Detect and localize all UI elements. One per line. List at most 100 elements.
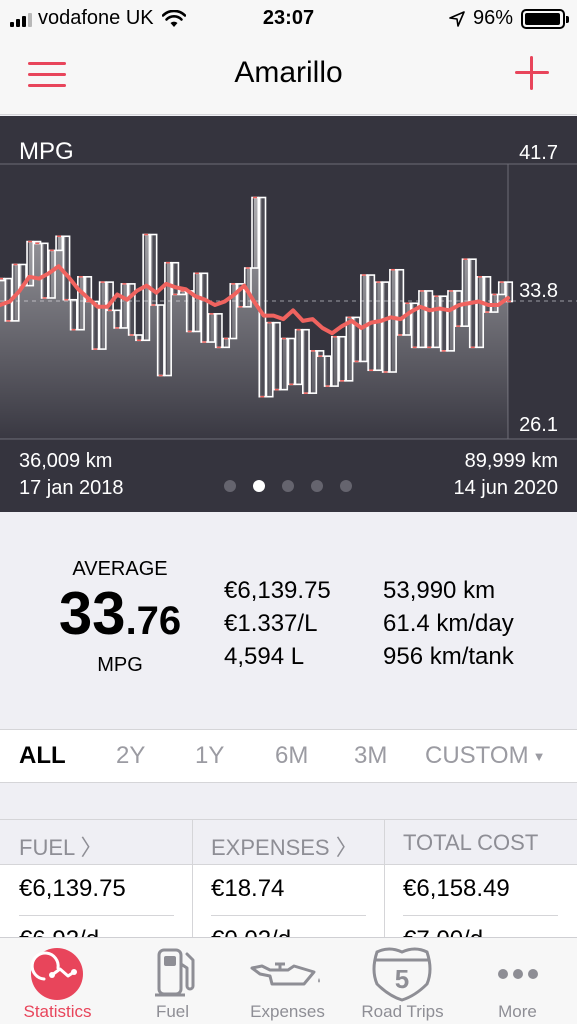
add-button[interactable] (515, 56, 549, 90)
chart-title: MPG (19, 138, 74, 165)
mpg-bar[interactable] (338, 335, 347, 382)
mpg-bar[interactable] (207, 313, 216, 343)
page-dot[interactable] (282, 480, 294, 492)
tab-fuel[interactable]: Fuel (115, 938, 230, 1024)
start-odometer: 36,009 km (19, 450, 113, 472)
mpg-bar[interactable] (98, 281, 107, 350)
page-dot[interactable] (311, 480, 323, 492)
battery-percent: 96% (472, 7, 513, 29)
period-2y[interactable]: 2Y (116, 742, 145, 770)
mpg-bar[interactable] (323, 355, 332, 387)
page-dot[interactable] (253, 480, 265, 492)
mpg-bar[interactable] (316, 350, 325, 357)
mpg-bar[interactable] (40, 242, 49, 299)
mpg-bar[interactable] (331, 335, 339, 387)
mpg-bar[interactable] (447, 290, 456, 352)
interstate-shield-icon: 5 (372, 947, 432, 1002)
period-3m[interactable]: 3M (354, 742, 387, 770)
page-dot[interactable] (224, 480, 236, 492)
divider (19, 915, 174, 916)
mpg-bar[interactable] (301, 328, 310, 394)
distance-per-tank: 956 km/tank (383, 643, 514, 670)
mpg-bar[interactable] (403, 302, 412, 336)
price-per-litre: €1.337/L (224, 610, 318, 637)
mpg-bar[interactable] (135, 334, 143, 342)
tab-more[interactable]: More (460, 938, 575, 1024)
mpg-bar[interactable] (251, 196, 260, 269)
page-dots[interactable] (224, 480, 352, 492)
fuel-pump-icon (155, 948, 195, 997)
chart-end: 89,999 km 14 jun 2020 (453, 448, 558, 502)
mpg-bar[interactable] (164, 261, 172, 377)
oil-can-icon (250, 962, 320, 986)
mpg-bar[interactable] (309, 350, 318, 394)
mpg-bar[interactable] (418, 290, 426, 349)
mpg-bar[interactable] (287, 337, 296, 386)
road-trips-badge: 5 (395, 964, 409, 994)
expenses-header[interactable]: EXPENSES 〉 (192, 820, 384, 865)
mpg-bar[interactable] (425, 290, 434, 349)
total-fuel-cost: €6,139.75 (224, 577, 331, 604)
mpg-bar[interactable] (476, 276, 485, 349)
end-odometer: 89,999 km (464, 450, 558, 472)
tab-road-trips[interactable]: 5 Road Trips (345, 938, 460, 1024)
average-unit: MPG (97, 654, 143, 676)
mpg-bar[interactable] (55, 235, 64, 252)
mpg-bar[interactable] (461, 258, 470, 327)
mpg-bar[interactable] (156, 304, 165, 377)
mpg-bar[interactable] (439, 295, 448, 352)
period-1y[interactable]: 1Y (195, 742, 224, 770)
mpg-bar[interactable] (62, 235, 71, 301)
mpg-bar[interactable] (381, 281, 390, 373)
mpg-chart (0, 163, 577, 440)
more-dots-icon (498, 969, 538, 979)
mpg-bar[interactable] (69, 298, 78, 331)
tab-expenses[interactable]: Expenses (230, 938, 345, 1024)
nav-bar: Amarillo (0, 38, 577, 115)
mpg-bar[interactable] (396, 268, 405, 336)
mpg-bar[interactable] (214, 313, 223, 349)
mpg-bar[interactable] (120, 283, 129, 329)
period-all[interactable]: ALL (19, 742, 66, 770)
y-avg-label: 33.8 (519, 280, 558, 302)
period-6m[interactable]: 6M (275, 742, 308, 770)
average-int: 33 (58, 580, 126, 647)
dropdown-caret-icon: ▼ (532, 749, 546, 765)
distance-per-day: 61.4 km/day (383, 610, 514, 637)
column-separator (192, 820, 193, 940)
mpg-bar[interactable] (497, 281, 506, 296)
mpg-bar[interactable] (265, 321, 274, 398)
mpg-bar[interactable] (193, 272, 201, 333)
mpg-bar[interactable] (222, 337, 231, 349)
page-title: Amarillo (234, 56, 343, 89)
mpg-bar[interactable] (389, 268, 397, 373)
tab-label: More (498, 1002, 537, 1021)
period-custom[interactable]: CUSTOM ▼ (425, 742, 545, 770)
mpg-bar[interactable] (185, 290, 194, 333)
period-custom-label: CUSTOM (425, 742, 529, 769)
mpg-bar[interactable] (432, 295, 441, 349)
mpg-bar[interactable] (360, 274, 368, 363)
mpg-bar[interactable] (374, 281, 383, 372)
tab-label: Road Trips (361, 1002, 444, 1021)
mpg-bar[interactable] (258, 196, 267, 398)
mpg-bar[interactable] (200, 272, 209, 343)
page-dot[interactable] (340, 480, 352, 492)
mpg-bar[interactable] (280, 337, 289, 391)
mpg-bar[interactable] (77, 276, 85, 331)
fuel-header[interactable]: FUEL 〉 (0, 820, 192, 865)
cost-table: FUEL 〉 EXPENSES 〉 TOTAL COST €6,139.75 €… (0, 819, 577, 953)
y-min-label: 26.1 (519, 414, 558, 436)
mpg-bar[interactable] (272, 321, 281, 391)
summary-section: AVERAGE 33.76 MPG €6,139.75 €1.337/L 4,5… (0, 512, 577, 728)
total-cost-header: TOTAL COST (384, 820, 577, 865)
tab-statistics[interactable]: Statistics (0, 938, 115, 1024)
location-arrow-icon (449, 10, 465, 27)
distance-stats: 53,990 km 61.4 km/day 956 km/tank (383, 574, 514, 673)
y-max-label: 41.7 (519, 142, 558, 164)
mpg-bar[interactable] (345, 316, 354, 382)
mpg-bar[interactable] (294, 328, 303, 386)
mpg-bar[interactable] (113, 309, 122, 329)
status-right: 96% (449, 7, 569, 30)
mpg-chart-panel[interactable]: MPG 41.7 33.8 26.1 36,009 km 17 jan 2018… (0, 116, 577, 512)
